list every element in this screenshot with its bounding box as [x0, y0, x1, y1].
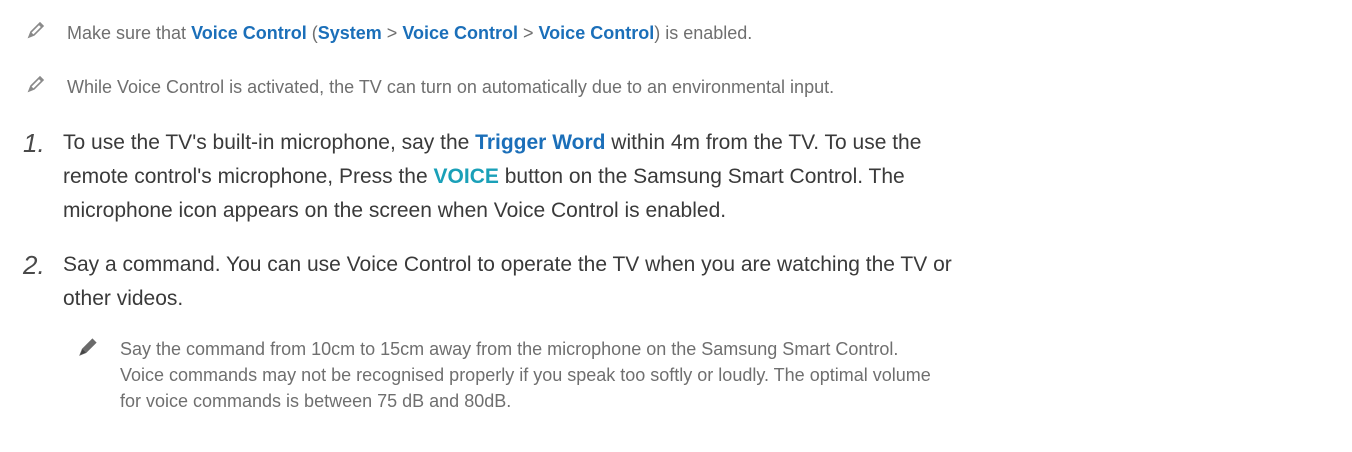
note-text-part: Make sure that — [67, 23, 192, 43]
step-line: Say a command. You can use Voice Control… — [63, 253, 952, 276]
note-text: While Voice Control is activated, the TV… — [67, 77, 835, 97]
pencil-icon — [27, 21, 45, 39]
note-text-part: ( — [306, 23, 318, 43]
note-line: Say the command from 10cm to 15cm away f… — [120, 339, 899, 359]
step-number: 2. — [23, 250, 45, 280]
step-line: microphone icon appears on the screen wh… — [63, 199, 727, 222]
pencil-icon — [27, 75, 45, 93]
trigger-word-link[interactable]: Trigger Word — [475, 131, 605, 154]
manual-page: Make sure that Voice Control (System > V… — [0, 0, 1352, 452]
pencil-icon — [79, 338, 97, 356]
step-text: remote control's microphone, Press the — [63, 165, 434, 188]
note-voice-control-enabled: Make sure that Voice Control (System > V… — [27, 20, 752, 46]
breadcrumb-separator: > — [518, 23, 539, 43]
step-number: 1. — [23, 128, 45, 158]
step-text: To use the TV's built-in microphone, say… — [63, 131, 476, 154]
note-text: Make sure that Voice Control (System > V… — [67, 23, 752, 43]
menu-link-voice-control[interactable]: Voice Control — [539, 23, 655, 43]
menu-link-voice-control[interactable]: Voice Control — [191, 23, 307, 43]
breadcrumb-separator: > — [381, 23, 403, 43]
voice-button-label: VOICE — [433, 165, 499, 188]
step-line: To use the TV's built-in microphone, say… — [63, 126, 921, 160]
step-2: 2. Say a command. You can use Voice Cont… — [23, 248, 952, 316]
menu-link-voice-control[interactable]: Voice Control — [402, 23, 518, 43]
note-line: for voice commands is between 75 dB and … — [120, 391, 512, 411]
step-line: remote control's microphone, Press the V… — [63, 160, 921, 194]
note-text-part: ) is enabled. — [654, 23, 753, 43]
note-auto-turn-on: While Voice Control is activated, the TV… — [27, 74, 835, 100]
step-line: other videos. — [63, 287, 184, 310]
step-text: within 4m from the TV. To use the — [605, 131, 922, 154]
note-line: Voice commands may not be recognised pro… — [120, 365, 931, 385]
step-text: button on the Samsung Smart Control. The — [498, 165, 905, 188]
note-speaking-distance: Say the command from 10cm to 15cm away f… — [79, 336, 931, 414]
step-1: 1. To use the TV's built-in microphone, … — [23, 126, 921, 228]
menu-link-system[interactable]: System — [318, 23, 382, 43]
